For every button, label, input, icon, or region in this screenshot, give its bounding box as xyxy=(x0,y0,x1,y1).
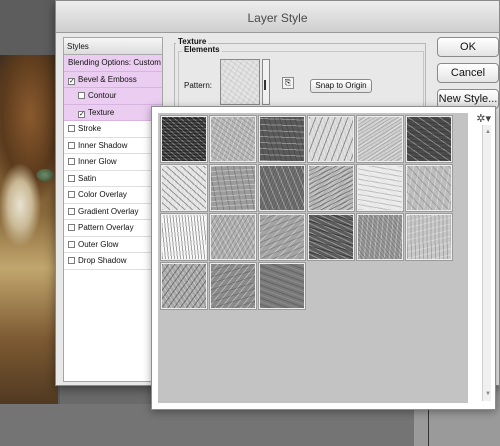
style-item[interactable]: Satin xyxy=(64,171,162,187)
pattern-tile[interactable] xyxy=(209,262,257,310)
style-checkbox[interactable] xyxy=(78,92,85,99)
pattern-tile[interactable] xyxy=(258,262,306,310)
styles-header[interactable]: Styles xyxy=(64,38,162,55)
style-checkbox[interactable] xyxy=(68,191,75,198)
cat-photo xyxy=(0,55,58,410)
pattern-tile[interactable] xyxy=(356,164,404,212)
style-item-label: Bevel & Emboss xyxy=(78,74,137,84)
texture-settings: Texture Elements Pattern: ⎘ Snap to Orig… xyxy=(170,37,430,117)
style-item[interactable]: ✓ Bevel & Emboss xyxy=(64,71,162,88)
cancel-button[interactable]: Cancel xyxy=(437,63,499,83)
scroll-up-icon[interactable]: ▲ xyxy=(485,129,491,135)
pattern-tile[interactable] xyxy=(258,115,306,163)
style-item[interactable]: Inner Glow xyxy=(64,154,162,171)
pattern-tile[interactable] xyxy=(160,164,208,212)
pattern-picker-popup: ✲▾ ▲ ▼ xyxy=(151,106,496,410)
style-checkbox[interactable]: ✓ xyxy=(78,110,85,118)
pattern-tile[interactable] xyxy=(405,164,453,212)
style-item-label: Pattern Overlay xyxy=(78,223,134,232)
style-checkbox[interactable] xyxy=(68,125,75,132)
style-item-label: Gradient Overlay xyxy=(78,206,139,216)
pattern-tile[interactable] xyxy=(209,115,257,163)
style-item-label: Inner Shadow xyxy=(78,140,128,150)
style-item[interactable]: Contour xyxy=(64,88,162,105)
pattern-tile[interactable] xyxy=(307,115,355,163)
style-item[interactable]: Gradient Overlay xyxy=(64,204,162,220)
blending-options-item[interactable]: Blending Options: Custom xyxy=(64,55,162,72)
style-checkbox[interactable]: ✓ xyxy=(68,77,75,85)
style-checkbox[interactable] xyxy=(68,158,75,165)
pattern-tile[interactable] xyxy=(258,213,306,261)
pattern-tile[interactable] xyxy=(209,164,257,212)
dialog-title[interactable]: Layer Style xyxy=(56,1,499,33)
gear-icon[interactable]: ✲▾ xyxy=(476,112,491,125)
pattern-tile[interactable] xyxy=(307,164,355,212)
style-checkbox[interactable] xyxy=(68,174,75,182)
new-preset-icon[interactable]: ⎘ xyxy=(282,77,294,89)
ok-button[interactable]: OK xyxy=(437,37,499,57)
styles-list: Styles Blending Options: Custom ✓ Bevel &… xyxy=(63,37,163,382)
style-item[interactable]: Outer Glow xyxy=(64,237,162,253)
style-item-label: Texture xyxy=(88,107,115,117)
chevron-down-icon xyxy=(264,80,266,90)
pattern-tile[interactable] xyxy=(307,213,355,261)
style-checkbox[interactable] xyxy=(68,224,75,231)
style-item[interactable]: Stroke xyxy=(64,121,162,138)
pattern-scrollbar[interactable]: ▲ ▼ xyxy=(482,125,491,401)
pattern-label: Pattern: xyxy=(184,81,213,90)
style-item-label: Stroke xyxy=(78,124,102,133)
pattern-tile[interactable] xyxy=(209,213,257,261)
style-item[interactable]: Pattern Overlay xyxy=(64,220,162,237)
style-item-label: Inner Glow xyxy=(78,157,117,166)
pattern-tile[interactable] xyxy=(160,213,208,261)
elements-group-title: Elements xyxy=(182,45,222,54)
style-item-label: Color Overlay xyxy=(78,190,127,199)
pattern-tile[interactable] xyxy=(356,213,404,261)
style-checkbox[interactable] xyxy=(68,207,75,215)
style-checkbox[interactable] xyxy=(68,141,75,149)
style-checkbox[interactable] xyxy=(68,240,75,248)
pattern-tile[interactable] xyxy=(405,213,453,261)
style-item-label: Contour xyxy=(88,91,117,100)
style-item[interactable]: Color Overlay xyxy=(64,187,162,204)
pattern-dropdown-button[interactable] xyxy=(262,59,270,105)
pattern-grid xyxy=(158,113,468,403)
snap-to-origin-button[interactable]: Snap to Origin xyxy=(310,79,372,93)
pattern-tile[interactable] xyxy=(258,164,306,212)
style-item-label: Satin xyxy=(78,173,97,183)
pattern-tile[interactable] xyxy=(405,115,453,163)
pattern-tile[interactable] xyxy=(160,262,208,310)
style-item-label: Outer Glow xyxy=(78,239,119,249)
style-item[interactable]: Drop Shadow xyxy=(64,253,162,270)
pattern-tile[interactable] xyxy=(356,115,404,163)
style-item[interactable]: ✓ Texture xyxy=(64,104,162,121)
scroll-down-icon[interactable]: ▼ xyxy=(485,391,491,397)
pattern-tile[interactable] xyxy=(160,115,208,163)
style-item[interactable]: Inner Shadow xyxy=(64,138,162,154)
pattern-swatch[interactable] xyxy=(220,59,260,105)
style-item-label: Drop Shadow xyxy=(78,256,127,265)
style-checkbox[interactable] xyxy=(68,257,75,264)
